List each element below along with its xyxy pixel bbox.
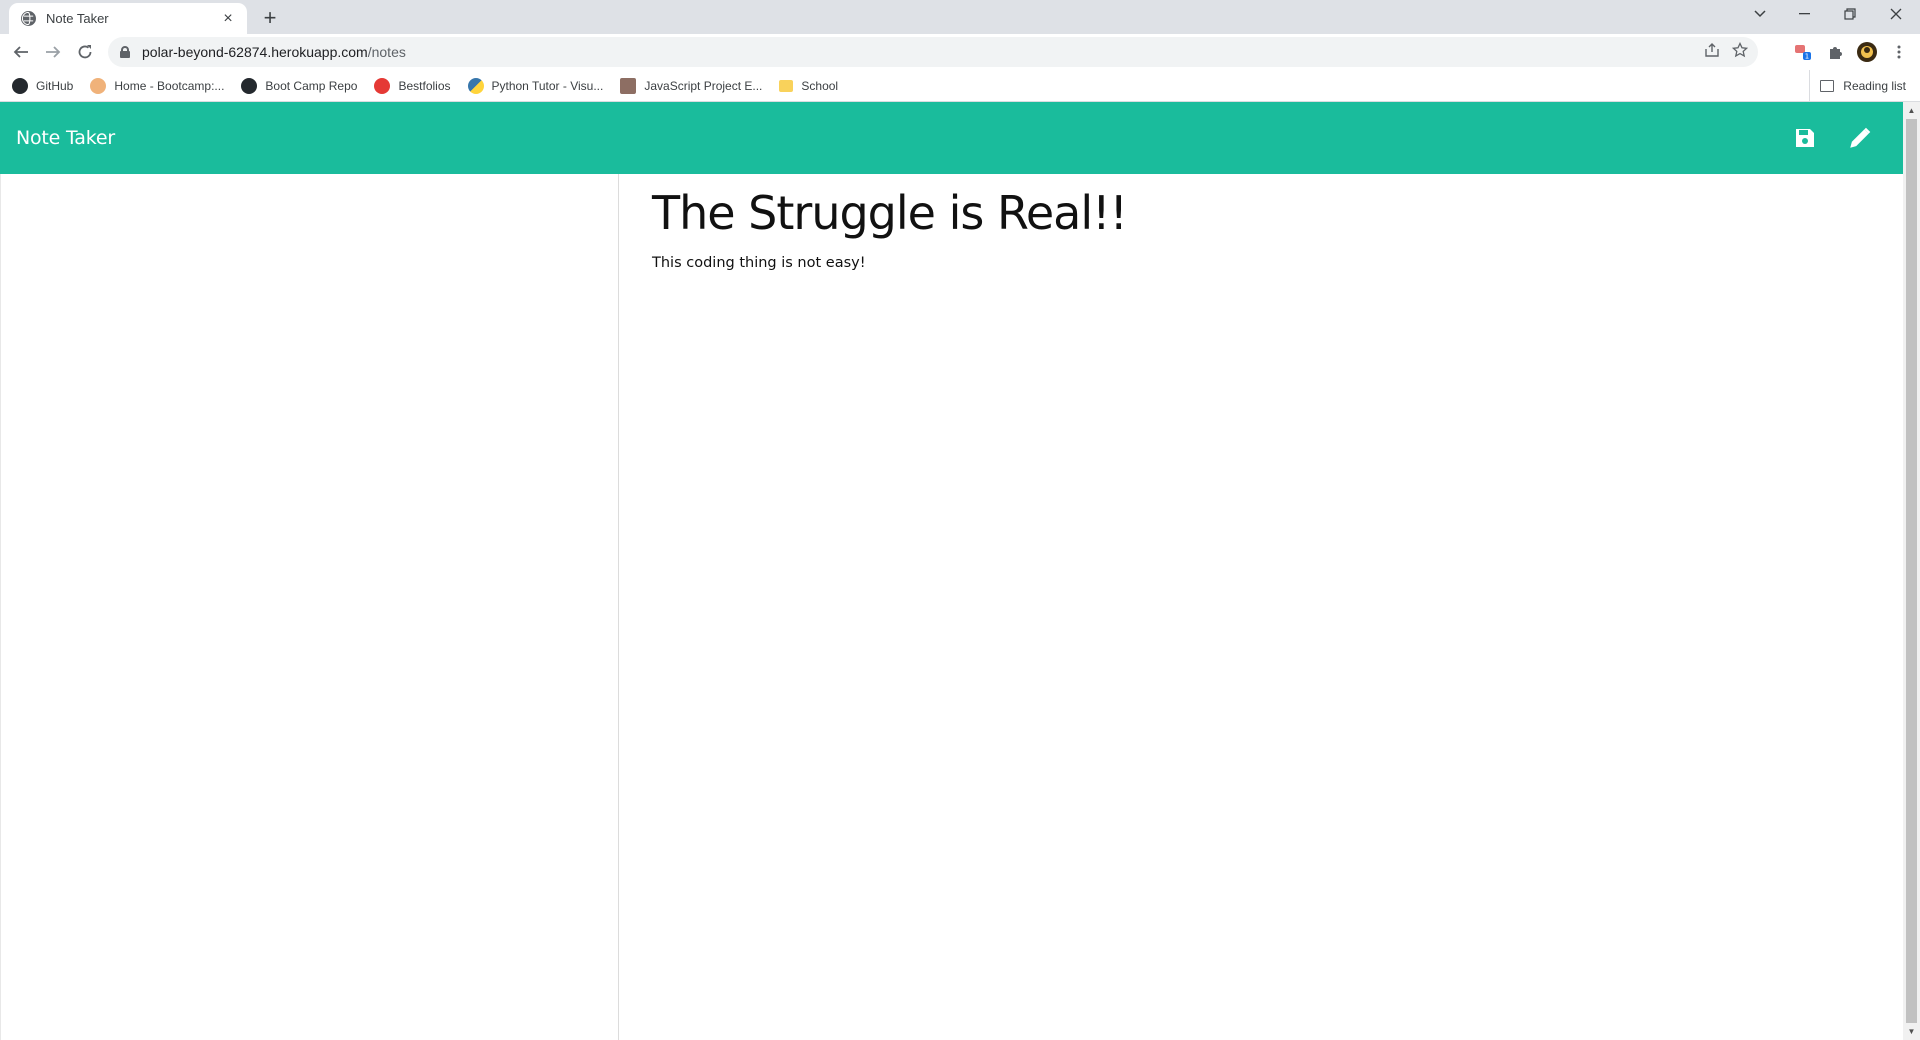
scroll-up-icon[interactable]: ▲ bbox=[1903, 102, 1920, 119]
url-path: /notes bbox=[367, 44, 406, 60]
bookmark-boot-camp-repo[interactable]: Boot Camp Repo bbox=[241, 77, 358, 94]
tab-title: Note Taker bbox=[46, 11, 109, 26]
extension-icon[interactable]: 1 bbox=[1790, 39, 1816, 65]
reading-list-icon bbox=[1820, 80, 1835, 92]
app-navbar: Note Taker bbox=[0, 102, 1903, 174]
bookmark-python-tutor[interactable]: Python Tutor - Visu... bbox=[467, 77, 604, 94]
url-host: polar-beyond-62874.herokuapp.com bbox=[142, 44, 368, 60]
bookmark-label: Boot Camp Repo bbox=[265, 78, 358, 93]
reload-icon[interactable] bbox=[72, 39, 98, 65]
tab-close-icon[interactable]: × bbox=[219, 10, 237, 28]
new-tab-button[interactable]: + bbox=[258, 5, 282, 30]
bootcamp-icon bbox=[90, 77, 107, 94]
save-icon[interactable] bbox=[1791, 124, 1819, 152]
tab-strip: Note Taker × + bbox=[0, 0, 1920, 34]
python-icon bbox=[467, 77, 484, 94]
bookmark-label: Python Tutor - Visu... bbox=[491, 78, 604, 93]
app-brand[interactable]: Note Taker bbox=[16, 127, 115, 149]
js-project-icon bbox=[620, 77, 637, 94]
bookmark-star-icon[interactable] bbox=[1731, 41, 1749, 62]
bookmark-label: Home - Bootcamp:... bbox=[114, 78, 225, 93]
svg-text:1: 1 bbox=[1805, 53, 1809, 61]
restore-icon[interactable] bbox=[1828, 0, 1872, 28]
note-text[interactable]: This coding thing is not easy! bbox=[652, 255, 1871, 271]
github-icon bbox=[241, 77, 258, 94]
scroll-down-icon[interactable]: ▼ bbox=[1903, 1023, 1920, 1040]
bookmarks-bar: GitHub Home - Bootcamp:... Boot Camp Rep… bbox=[0, 70, 1920, 102]
bookmark-github[interactable]: GitHub bbox=[12, 77, 74, 94]
minimize-icon[interactable] bbox=[1782, 0, 1826, 28]
bookmark-label: GitHub bbox=[36, 78, 74, 93]
tab-search-icon[interactable] bbox=[1738, 0, 1782, 28]
lock-icon bbox=[120, 46, 130, 58]
scroll-thumb[interactable] bbox=[1906, 119, 1917, 1023]
globe-icon bbox=[21, 11, 36, 26]
puzzle-icon[interactable] bbox=[1822, 39, 1848, 65]
bookmark-bestfolios[interactable]: Bestfolios bbox=[374, 77, 451, 94]
forward-icon[interactable] bbox=[40, 39, 66, 65]
browser-toolbar: polar-beyond-62874.herokuapp.com /notes … bbox=[0, 34, 1920, 70]
bookmark-label: JavaScript Project E... bbox=[644, 78, 763, 93]
bookmark-label: Bestfolios bbox=[398, 78, 451, 93]
notes-list bbox=[0, 174, 619, 1040]
page-viewport: Note Taker The Struggle is Real!! This c… bbox=[0, 102, 1920, 1040]
menu-kebab-icon[interactable] bbox=[1886, 39, 1912, 65]
reading-list-button[interactable]: Reading list bbox=[1809, 70, 1906, 102]
folder-icon bbox=[779, 79, 794, 92]
bookmark-home-bootcamp[interactable]: Home - Bootcamp:... bbox=[90, 77, 225, 94]
back-icon[interactable] bbox=[8, 39, 34, 65]
reading-list-label: Reading list bbox=[1843, 79, 1906, 93]
note-editor: The Struggle is Real!! This coding thing… bbox=[620, 174, 1903, 1040]
scrollbar[interactable]: ▲ ▼ bbox=[1903, 102, 1920, 1040]
note-title[interactable]: The Struggle is Real!! bbox=[652, 186, 1871, 241]
close-window-icon[interactable] bbox=[1874, 0, 1918, 28]
browser-tab[interactable]: Note Taker × bbox=[9, 3, 247, 34]
github-icon bbox=[12, 77, 28, 94]
share-icon[interactable] bbox=[1704, 42, 1720, 62]
pencil-icon[interactable] bbox=[1846, 124, 1874, 152]
avatar[interactable] bbox=[1854, 39, 1880, 65]
bookmark-javascript-project[interactable]: JavaScript Project E... bbox=[620, 77, 763, 94]
bookmark-school[interactable]: School bbox=[779, 79, 838, 93]
bestfolios-icon bbox=[374, 77, 391, 94]
address-bar[interactable]: polar-beyond-62874.herokuapp.com /notes bbox=[108, 37, 1758, 67]
bookmark-label: School bbox=[801, 78, 839, 93]
